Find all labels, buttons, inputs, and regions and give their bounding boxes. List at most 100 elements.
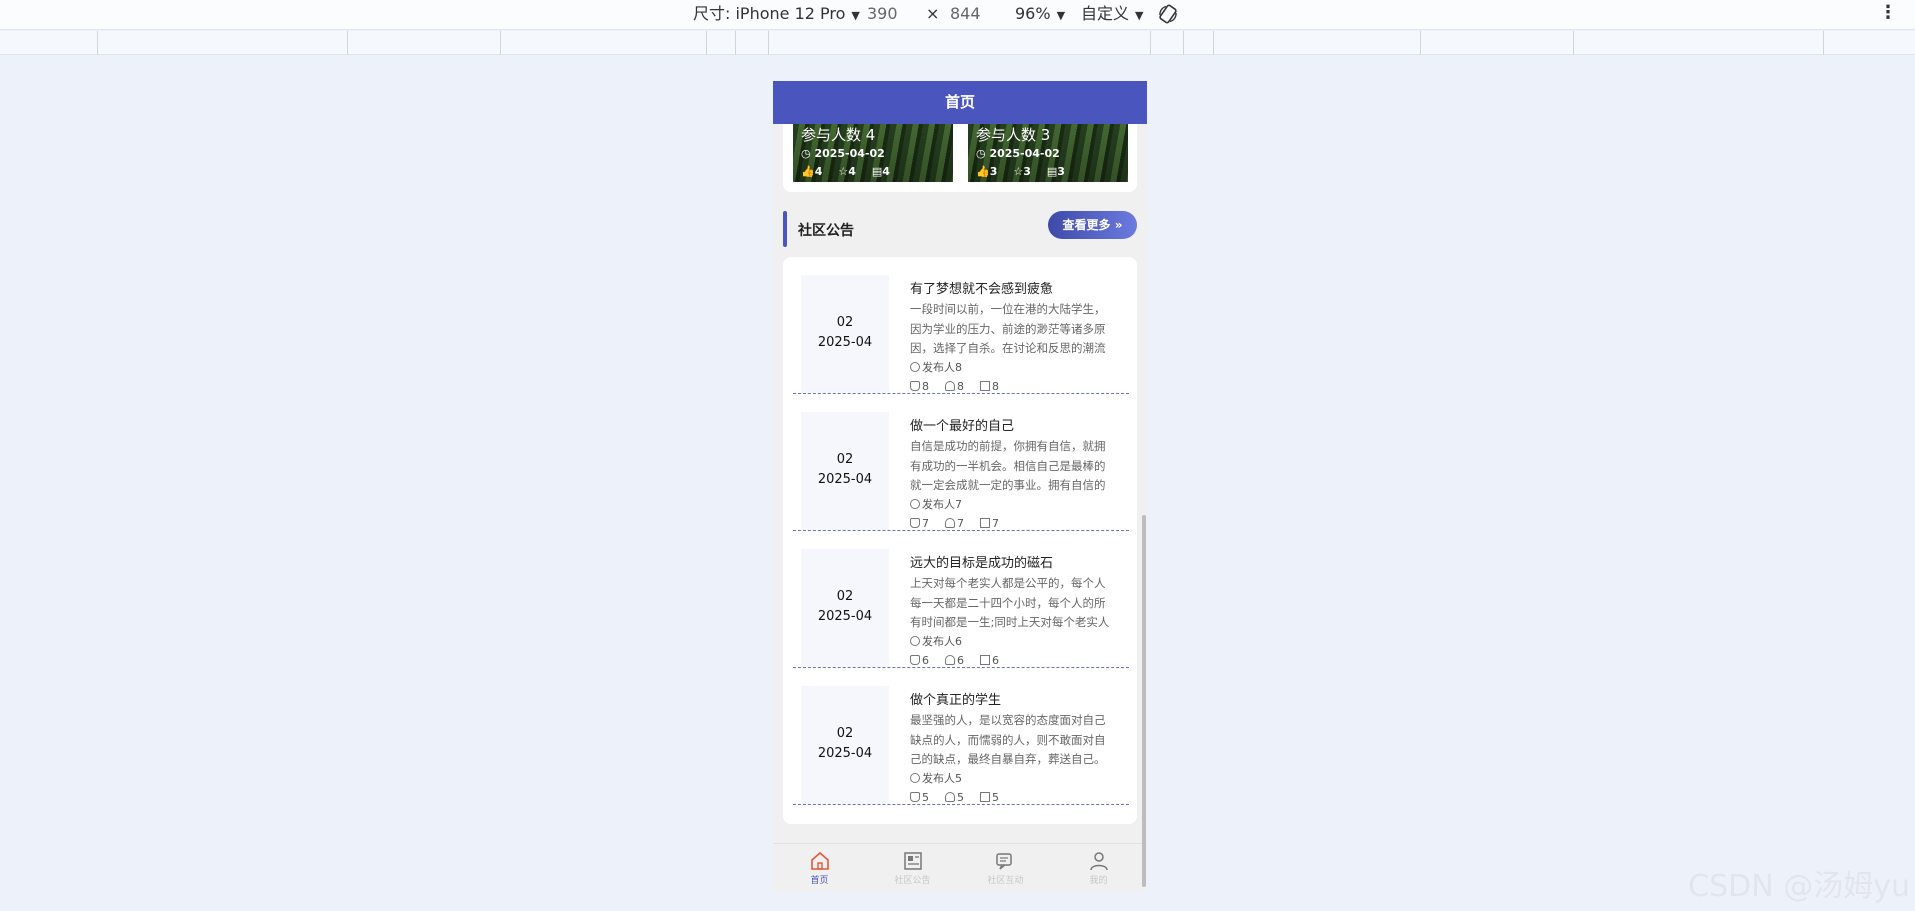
notice-author: 发布人8: [910, 359, 1115, 375]
times-sign: ×: [926, 4, 940, 23]
star-count: 7: [945, 517, 964, 530]
section-header: 社区公告 查看更多 »: [783, 211, 1137, 247]
user-icon: [910, 499, 920, 509]
like-icon: [910, 518, 920, 528]
comment-icon: [980, 655, 990, 665]
device-toolbar: 尺寸: iPhone 12 Pro ▼ 390 × 844 96% ▼ 自定义 ▼ ⋮: [0, 0, 1915, 30]
device-select[interactable]: 尺寸: iPhone 12 Pro ▼: [693, 4, 860, 26]
like-icon: 👍4: [801, 165, 823, 178]
chevron-down-icon: ▼: [1135, 9, 1144, 22]
tab-notices[interactable]: 社区公告: [866, 844, 959, 891]
view-more-button[interactable]: 查看更多 »: [1048, 211, 1137, 239]
star-icon: [945, 381, 955, 391]
notice-title: 做一个最好的自己: [910, 419, 1015, 434]
throttle-select[interactable]: 自定义 ▼: [1081, 4, 1143, 26]
phone-viewport: 首页 参与人数 4 ◷ 2025-04-02 👍4 ☆4 ▤4 参与人数 3 ◷…: [773, 81, 1147, 891]
more-options-icon[interactable]: ⋮: [1879, 2, 1897, 24]
date-box: 02 2025-04: [801, 686, 889, 804]
notice-month: 2025-04: [817, 335, 873, 350]
comment-icon: [980, 381, 990, 391]
list-item[interactable]: 02 2025-04 远大的目标是成功的磁石上天对每个老实人都是公平的，每个人每一天…: [793, 531, 1129, 668]
comment-count: 5: [980, 791, 999, 804]
page-title: 首页: [773, 81, 1147, 124]
activity-people: 参与人数 4: [801, 126, 876, 144]
width-input[interactable]: 390: [867, 4, 898, 24]
notice-desc: 上天对每个老实人都是公平的，每个人每一天都是二十四个小时，每个人的所有时间都是一…: [910, 576, 1110, 629]
tab-bar: 首页 社区公告 社区互动 我的: [773, 843, 1147, 891]
list-item[interactable]: 02 2025-04 做一个最好的自己自信是成功的前提，你拥有自信，就拥有成功的一半…: [793, 394, 1129, 531]
height-input[interactable]: 844: [950, 4, 981, 24]
tab-mine[interactable]: 我的: [1052, 844, 1145, 891]
activity-item[interactable]: 参与人数 4 ◷ 2025-04-02 👍4 ☆4 ▤4: [793, 124, 953, 182]
media-query-ruler: [0, 31, 1915, 55]
activity-people: 参与人数 3: [976, 126, 1051, 144]
like-count: 6: [910, 654, 929, 667]
scrollbar[interactable]: [1142, 515, 1146, 887]
activity-date: ◷ 2025-04-02: [801, 147, 885, 160]
comment-count: 8: [980, 380, 999, 393]
date-box: 02 2025-04: [801, 275, 889, 393]
star-count: 8: [945, 380, 964, 393]
home-icon: [810, 851, 829, 870]
notice-list: 02 2025-04 有了梦想就不会感到疲惫 一段时间以前，一位在港的大陆学生，因为学…: [783, 257, 1137, 824]
comment-icon: [980, 518, 990, 528]
notice-day: 02: [836, 315, 854, 330]
like-icon: 👍3: [976, 165, 998, 178]
notice-title: 有了梦想就不会感到疲惫: [910, 282, 1054, 297]
activity-card: 参与人数 4 ◷ 2025-04-02 👍4 ☆4 ▤4 参与人数 3 ◷ 20…: [783, 124, 1137, 192]
star-icon: [945, 518, 955, 528]
notice-stats: 8 8 8: [910, 380, 1115, 393]
notice-month: 2025-04: [817, 746, 873, 761]
comment-icon: ▤3: [1046, 165, 1065, 178]
user-icon: [910, 362, 920, 372]
star-icon: [945, 655, 955, 665]
list-item[interactable]: 02 2025-04 做个真正的学生最坚强的人，是以宽容的态度面对自己缺点的人，而懦…: [793, 668, 1129, 805]
like-icon: [910, 655, 920, 665]
activity-item[interactable]: 参与人数 3 ◷ 2025-04-02 👍3 ☆3 ▤3: [968, 124, 1128, 182]
list-item[interactable]: 02 2025-04 有了梦想就不会感到疲惫 一段时间以前，一位在港的大陆学生，因为学…: [793, 257, 1129, 394]
user-icon: [1089, 852, 1108, 871]
notice-author: 发布人6: [910, 633, 1115, 649]
notice-stats: 5 5 5: [910, 791, 1115, 804]
like-count: 8: [910, 380, 929, 393]
like-icon: [910, 381, 920, 391]
tab-interaction[interactable]: 社区互动: [959, 844, 1052, 891]
star-icon: [945, 792, 955, 802]
rotate-icon[interactable]: [1157, 3, 1179, 25]
notice-author: 发布人5: [910, 770, 1115, 786]
chevron-down-icon: ▼: [1056, 9, 1066, 22]
like-icon: [910, 792, 920, 802]
star-count: 5: [945, 791, 964, 804]
notice-stats: 7 7 7: [910, 517, 1115, 530]
like-count: 5: [910, 791, 929, 804]
notice-month: 2025-04: [817, 472, 873, 487]
notice-stats: 6 6 6: [910, 654, 1115, 667]
comment-icon: ▤4: [871, 165, 890, 178]
notice-title: 远大的目标是成功的磁石: [910, 556, 1054, 571]
section-accent-bar: [783, 211, 787, 247]
comment-icon: [980, 792, 990, 802]
section-title: 社区公告: [798, 223, 854, 239]
user-icon: [910, 636, 920, 646]
news-icon: [903, 852, 922, 870]
activity-date: ◷ 2025-04-02: [976, 147, 1060, 160]
notice-month: 2025-04: [817, 609, 873, 624]
star-count: 6: [945, 654, 964, 667]
chevron-down-icon: ▼: [851, 9, 860, 22]
notice-day: 02: [836, 726, 854, 741]
notice-desc: 自信是成功的前提，你拥有自信，就拥有成功的一半机会。相信自己是最棒的就一定会成就…: [910, 439, 1106, 492]
activity-stats: 👍3 ☆3 ▤3: [976, 165, 1065, 178]
zoom-select[interactable]: 96% ▼: [1015, 4, 1065, 26]
star-icon: ☆4: [838, 165, 856, 178]
activity-stats: 👍4 ☆4 ▤4: [801, 165, 890, 178]
notice-day: 02: [836, 589, 854, 604]
tab-home[interactable]: 首页: [773, 844, 866, 891]
date-box: 02 2025-04: [801, 412, 889, 530]
comment-count: 6: [980, 654, 999, 667]
notice-desc: 最坚强的人，是以宽容的态度面对自己缺点的人，而懦弱的人，则不敢面对自己的缺点，最…: [910, 713, 1106, 766]
chat-icon: [995, 853, 1012, 870]
comment-count: 7: [980, 517, 999, 530]
notice-title: 做个真正的学生: [910, 693, 1002, 708]
watermark: CSDN @汤姆yu: [1688, 869, 1910, 904]
star-icon: ☆3: [1013, 165, 1031, 178]
